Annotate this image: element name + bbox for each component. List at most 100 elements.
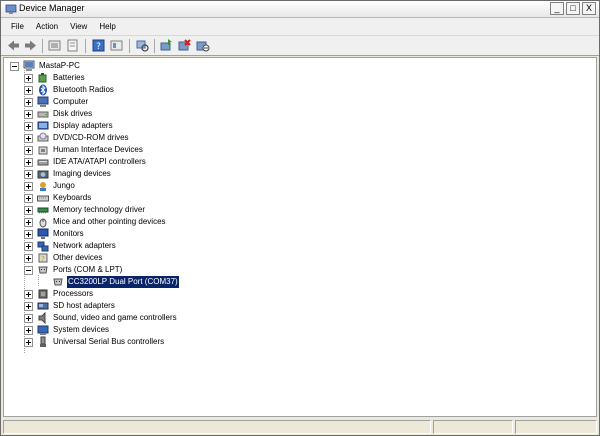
tree-item[interactable]: System devices xyxy=(24,324,110,336)
show-hide-icon[interactable] xyxy=(109,38,124,53)
tree-item[interactable]: SD host adapters xyxy=(24,300,116,312)
memory-icon xyxy=(37,207,49,214)
monitor-icon xyxy=(37,228,49,239)
uninstall-icon[interactable] xyxy=(177,38,192,53)
expand-toggle[interactable] xyxy=(24,301,33,311)
expand-toggle[interactable] xyxy=(24,325,33,335)
device-tree[interactable]: MastaP-PC Batteries Bluetooth Radios Com… xyxy=(3,57,597,417)
tree-item[interactable]: Keyboards xyxy=(24,192,92,204)
menu-view[interactable]: View xyxy=(64,19,93,35)
network-icon xyxy=(37,241,49,252)
hid-icon xyxy=(38,146,48,155)
expand-toggle[interactable] xyxy=(24,73,33,83)
toolbar-separator xyxy=(85,39,86,53)
expand-toggle[interactable] xyxy=(24,229,33,239)
close-button[interactable]: X xyxy=(582,2,596,15)
tree-item[interactable]: IDE ATA/ATAPI controllers xyxy=(24,156,147,168)
expand-toggle[interactable] xyxy=(24,181,33,191)
tree-item[interactable]: Jungo xyxy=(24,180,76,192)
scan-hardware-icon[interactable] xyxy=(135,38,150,53)
dvd-icon xyxy=(37,132,49,142)
restore-button[interactable]: □ xyxy=(566,2,580,15)
properties-icon[interactable] xyxy=(65,38,80,53)
expand-toggle[interactable] xyxy=(24,289,33,299)
expand-toggle[interactable] xyxy=(24,217,33,227)
window-controls: _ □ X xyxy=(550,2,596,15)
title-bar[interactable]: Device Manager _ □ X xyxy=(1,1,599,18)
menu-file[interactable]: File xyxy=(5,19,30,35)
expand-toggle[interactable] xyxy=(24,313,33,323)
tree-item[interactable]: ? Other devices xyxy=(24,252,103,264)
svg-text:?: ? xyxy=(96,42,101,52)
menu-help[interactable]: Help xyxy=(93,19,121,35)
tree-item-label: Sound, video and game controllers xyxy=(53,313,177,322)
status-cell xyxy=(515,420,597,434)
tree-connector xyxy=(38,275,39,287)
expand-toggle[interactable] xyxy=(24,121,33,131)
disk-icon xyxy=(37,111,49,118)
tree-item-label: Display adapters xyxy=(53,121,113,130)
status-bar xyxy=(1,419,599,435)
expand-toggle[interactable] xyxy=(24,241,33,251)
tree-item-label: System devices xyxy=(53,325,110,334)
system-icon xyxy=(37,325,49,335)
bluetooth-icon xyxy=(39,84,47,96)
up-icon[interactable] xyxy=(47,38,62,53)
expand-toggle[interactable] xyxy=(24,157,33,167)
expand-toggle[interactable] xyxy=(24,109,33,119)
tree-item[interactable]: Human Interface Devices xyxy=(24,144,144,156)
tree-item[interactable]: Display adapters xyxy=(24,120,114,132)
expand-toggle[interactable] xyxy=(24,337,33,347)
display-icon xyxy=(37,121,49,130)
collapse-toggle[interactable] xyxy=(24,265,33,275)
disable-icon[interactable] xyxy=(195,38,210,53)
tree-item-label: SD host adapters xyxy=(53,301,115,310)
back-icon[interactable] xyxy=(6,38,21,53)
expand-toggle[interactable] xyxy=(24,205,33,215)
ide-icon xyxy=(37,159,49,166)
help-icon[interactable]: ? xyxy=(91,38,106,53)
tree-item-label: Other devices xyxy=(53,253,103,262)
toolbar-separator xyxy=(129,39,130,53)
tree-root[interactable]: MastaP-PC xyxy=(10,60,81,72)
keyboard-icon xyxy=(37,195,49,202)
expand-toggle[interactable] xyxy=(24,97,33,107)
expand-toggle[interactable] xyxy=(24,85,33,95)
tree-item[interactable]: Imaging devices xyxy=(24,168,112,180)
camera-icon xyxy=(37,170,49,179)
tree-child-selected[interactable]: CC3200LP Dual Port (COM37) xyxy=(52,275,180,289)
selected-device-label: CC3200LP Dual Port (COM37) xyxy=(66,275,180,289)
expand-toggle[interactable] xyxy=(24,169,33,179)
processor-icon xyxy=(38,289,48,299)
window-title: Device Manager xyxy=(19,3,85,13)
tree-item-label: Memory technology driver xyxy=(53,205,146,214)
tree-item-expanded[interactable]: Ports (COM & LPT) xyxy=(24,264,123,276)
tree-item[interactable]: Processors xyxy=(24,288,94,300)
tree-item[interactable]: Universal Serial Bus controllers xyxy=(24,336,165,348)
tree-item[interactable]: Network adapters xyxy=(24,240,117,252)
tree-item[interactable]: Mice and other pointing devices xyxy=(24,216,167,228)
tree-item[interactable]: Bluetooth Radios xyxy=(24,84,115,96)
tree-item[interactable]: Batteries xyxy=(24,72,86,84)
tree-item[interactable]: Disk drives xyxy=(24,108,93,120)
tree-item-label: Mice and other pointing devices xyxy=(53,217,166,226)
update-driver-icon[interactable] xyxy=(159,38,174,53)
tree-item-label: Batteries xyxy=(53,73,85,82)
other-devices-icon: ? xyxy=(38,253,48,263)
expand-toggle[interactable] xyxy=(24,133,33,143)
tree-item[interactable]: Memory technology driver xyxy=(24,204,146,216)
tree-item[interactable]: DVD/CD-ROM drives xyxy=(24,132,130,144)
forward-icon[interactable] xyxy=(23,38,38,53)
status-cell-main xyxy=(3,420,431,434)
expand-toggle[interactable] xyxy=(24,193,33,203)
tree-item-label: Processors xyxy=(53,289,94,298)
tree-item[interactable]: Monitors xyxy=(24,228,85,240)
collapse-toggle[interactable] xyxy=(10,61,19,71)
expand-toggle[interactable] xyxy=(24,145,33,155)
minimize-button[interactable]: _ xyxy=(550,2,564,15)
tree-item[interactable]: Sound, video and game controllers xyxy=(24,312,178,324)
menu-action[interactable]: Action xyxy=(30,19,64,35)
tree-item[interactable]: Computer xyxy=(24,96,89,108)
device-manager-icon xyxy=(5,4,17,14)
expand-toggle[interactable] xyxy=(24,253,33,263)
